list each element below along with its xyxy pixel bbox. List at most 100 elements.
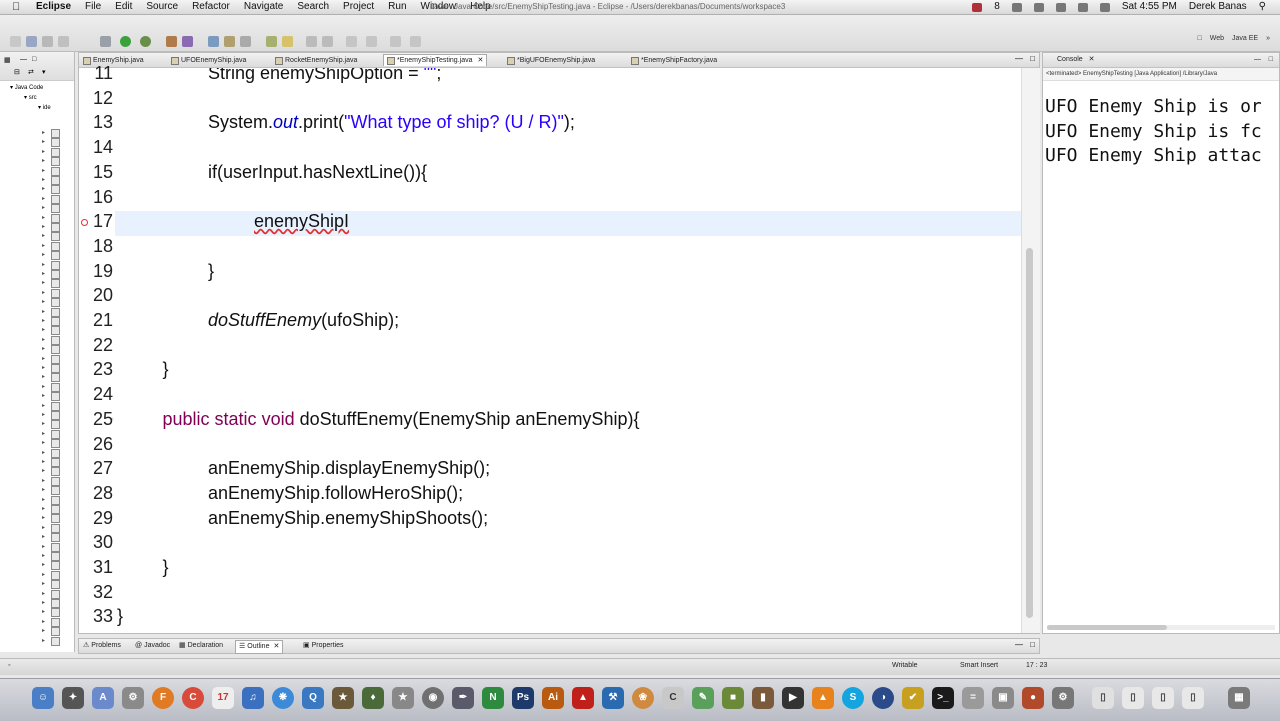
expand-arrow-icon[interactable]: ▸	[42, 637, 45, 644]
more-perspectives-icon[interactable]: »	[1266, 35, 1270, 42]
chrome-icon[interactable]: C	[182, 687, 204, 709]
code-line[interactable]	[115, 335, 1021, 360]
code-line[interactable]: }	[115, 261, 1021, 286]
perspective-java-ee[interactable]: Java EE	[1232, 35, 1258, 42]
expand-arrow-icon[interactable]: ▸	[42, 590, 45, 597]
expand-arrow-icon[interactable]: ▸	[42, 486, 45, 493]
show-whitespace-icon[interactable]	[322, 36, 333, 47]
console-title[interactable]: Console	[1057, 56, 1083, 63]
tab-enemyshipfactory[interactable]: *EnemyShipFactory.java	[631, 55, 717, 66]
css-editor-icon[interactable]: C	[662, 687, 684, 709]
tree-file-row[interactable]: ▸	[0, 344, 74, 355]
tree-file-row[interactable]: ▸	[0, 410, 74, 420]
expand-arrow-icon[interactable]: ▸	[42, 533, 45, 540]
volume-icon[interactable]	[1077, 2, 1088, 12]
preview-icon[interactable]: ▣	[992, 687, 1014, 709]
expand-arrow-icon[interactable]: ▸	[42, 270, 45, 277]
tab-javadoc[interactable]: @ Javadoc	[135, 640, 170, 652]
expand-arrow-icon[interactable]: ▸	[42, 599, 45, 606]
system-prefs-icon[interactable]: ⚙	[122, 687, 144, 709]
spotlight-icon[interactable]: ⚲	[1259, 0, 1266, 14]
calculator-icon[interactable]: =	[962, 687, 984, 709]
record-icon[interactable]	[972, 2, 983, 12]
timemachine-icon[interactable]	[1033, 2, 1044, 12]
expand-arrow-icon[interactable]: ▸	[42, 383, 45, 390]
launchpad-icon[interactable]: ✦	[62, 687, 84, 709]
expand-arrow-icon[interactable]: ▸	[42, 214, 45, 221]
highlight-icon[interactable]	[282, 36, 293, 47]
expand-arrow-icon[interactable]: ▸	[42, 458, 45, 465]
tree-file-row[interactable]: ▸	[0, 372, 74, 383]
tree-file-row[interactable]: ▸	[0, 166, 74, 176]
tree-file-row[interactable]: ▸	[0, 335, 74, 345]
expand-arrow-icon[interactable]: ▸	[42, 580, 45, 587]
code-line[interactable]: public static void doStuffEnemy(EnemyShi…	[115, 409, 1021, 434]
tree-file-row[interactable]: ▸	[0, 288, 74, 298]
open-perspective-icon[interactable]: □	[1198, 35, 1202, 42]
expand-arrow-icon[interactable]: ▸	[42, 373, 45, 380]
expand-arrow-icon[interactable]: ▸	[42, 561, 45, 568]
tree-file-row[interactable]: ▸	[0, 184, 74, 195]
film-icon[interactable]: ▶	[782, 687, 804, 709]
expand-arrow-icon[interactable]: ▸	[42, 571, 45, 578]
tray-badge[interactable]: 8	[994, 0, 1000, 14]
tree-file-row[interactable]: ▸	[0, 532, 74, 543]
expand-arrow-icon[interactable]: ▸	[42, 223, 45, 230]
audio-icon[interactable]: ◉	[422, 687, 444, 709]
scrollbar-thumb[interactable]	[1026, 248, 1033, 618]
illustrator-icon[interactable]: Ai	[542, 687, 564, 709]
code-line[interactable]: }	[115, 557, 1021, 582]
tree-file-row[interactable]: ▸	[0, 278, 74, 289]
expand-arrow-icon[interactable]: ▸	[42, 204, 45, 211]
expand-arrow-icon[interactable]: ▸	[42, 420, 45, 427]
tree-file-row[interactable]: ▸	[0, 260, 74, 270]
wifi-icon[interactable]	[1055, 2, 1066, 12]
close-icon[interactable]: ✕	[478, 55, 484, 66]
acrobat-icon[interactable]: ▲	[572, 687, 594, 709]
tree-file-row[interactable]: ▸	[0, 570, 74, 580]
tree-package[interactable]: ▾ ide	[38, 104, 51, 111]
search-icon[interactable]	[240, 36, 251, 47]
expand-arrow-icon[interactable]: ▸	[42, 392, 45, 399]
scrollbar-thumb[interactable]	[1047, 625, 1167, 630]
code-line[interactable]	[115, 285, 1021, 310]
expand-arrow-icon[interactable]: ▸	[42, 167, 45, 174]
tab-bigufoenemyship[interactable]: *BigUFOEnemyShip.java	[507, 55, 595, 66]
expand-arrow-icon[interactable]: ▸	[42, 185, 45, 192]
tree-file-row[interactable]: ▸	[0, 598, 74, 608]
expand-arrow-icon[interactable]: ▸	[42, 261, 45, 268]
code-line[interactable]	[115, 582, 1021, 607]
tree-file-row[interactable]: ▸	[0, 175, 74, 185]
prev-annotation-icon[interactable]	[366, 36, 377, 47]
tree-file-row[interactable]: ▸	[0, 325, 74, 336]
applications-folder-icon[interactable]: ▯	[1092, 687, 1114, 709]
code-line[interactable]: enemyShipI	[115, 211, 1021, 237]
tree-file-row[interactable]: ▸	[0, 231, 74, 242]
tab-outline[interactable]: ☰ Outline ✕	[235, 640, 284, 654]
menu-edit[interactable]: Edit	[115, 0, 132, 14]
tree-file-row[interactable]: ▸	[0, 194, 74, 204]
code-area[interactable]: String enemyShipOption = ""; System.out.p…	[115, 68, 1021, 633]
menu-file[interactable]: File	[85, 0, 101, 14]
clock[interactable]: Sat 4:55 PM	[1122, 0, 1177, 14]
expand-arrow-icon[interactable]: ▸	[42, 439, 45, 446]
expand-arrow-icon[interactable]: ▸	[42, 543, 45, 550]
tree-file-row[interactable]: ▸	[0, 542, 74, 552]
tree-file-row[interactable]: ▸	[0, 429, 74, 439]
tab-rocketenemyship[interactable]: RocketEnemyShip.java	[275, 55, 357, 66]
tab-ufoenemyship[interactable]: UFOEnemyShip.java	[171, 55, 246, 66]
tree-file-row[interactable]: ▸	[0, 579, 74, 590]
expand-arrow-icon[interactable]: ▸	[42, 627, 45, 634]
tree-file-row[interactable]: ▸	[0, 419, 74, 430]
new-package-icon[interactable]	[182, 36, 193, 47]
pen-icon[interactable]: ✒	[452, 687, 474, 709]
code-line[interactable]	[115, 88, 1021, 113]
expand-arrow-icon[interactable]: ▸	[42, 317, 45, 324]
print-icon[interactable]	[58, 36, 69, 47]
expand-arrow-icon[interactable]: ▸	[42, 402, 45, 409]
game-icon[interactable]: ♦	[362, 687, 384, 709]
link-editor-icon[interactable]: ⇄	[28, 68, 34, 76]
tree-file-row[interactable]: ▸	[0, 513, 74, 524]
tree-file-row[interactable]: ▸	[0, 523, 74, 533]
code-line[interactable]	[115, 236, 1021, 261]
